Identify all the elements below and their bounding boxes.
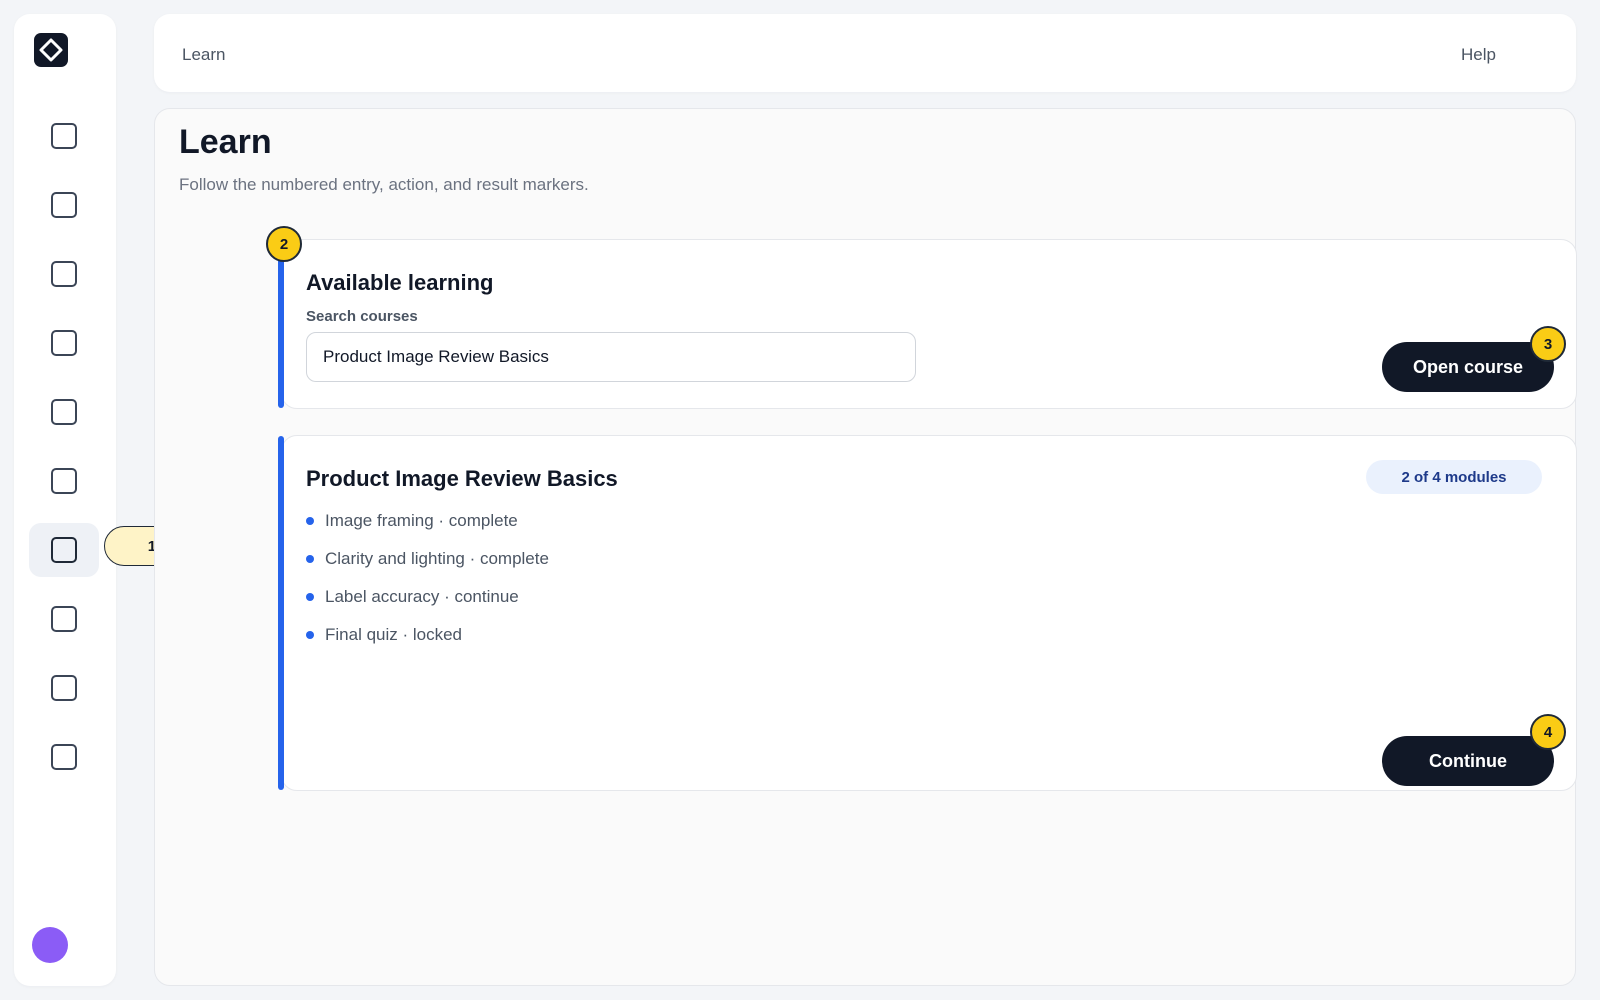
course-title: Product Image Review Basics — [306, 466, 618, 491]
bullet-icon — [306, 555, 314, 563]
continue-button[interactable]: Continue — [1382, 736, 1554, 786]
main-panel: Learn Follow the numbered entry, action,… — [154, 108, 1577, 986]
list-item: Image framing · complete — [306, 502, 549, 540]
sidebar-item-6[interactable] — [29, 454, 99, 508]
bullet-icon — [306, 631, 314, 639]
module-progress-badge: 2 of 4 modules — [1366, 460, 1542, 494]
module-label: Clarity and lighting · complete — [325, 549, 549, 568]
square-icon — [51, 744, 77, 770]
module-list: Image framing · complete Clarity and lig… — [306, 502, 549, 654]
sidebar-item-2[interactable] — [29, 178, 99, 232]
sidebar-item-7[interactable] — [29, 523, 99, 577]
page-subtitle: Follow the numbered entry, action, and r… — [179, 175, 589, 194]
square-icon — [51, 192, 77, 218]
available-learning-title: Available learning — [306, 270, 494, 295]
square-icon — [51, 123, 77, 149]
sidebar-item-10[interactable] — [29, 730, 99, 784]
sidebar — [14, 14, 116, 986]
step-badge-2: 2 — [266, 226, 302, 262]
search-courses-input[interactable] — [306, 332, 916, 382]
square-icon — [51, 537, 77, 563]
square-icon — [51, 399, 77, 425]
sidebar-item-1[interactable] — [29, 109, 99, 163]
module-label: Label accuracy · continue — [325, 587, 519, 606]
square-icon — [51, 330, 77, 356]
sidebar-item-3[interactable] — [29, 247, 99, 301]
module-label: Image framing · complete — [325, 511, 518, 530]
help-link[interactable]: Help — [1461, 45, 1496, 65]
sidebar-item-4[interactable] — [29, 316, 99, 370]
search-courses-label: Search courses — [306, 308, 418, 325]
diamond-logo-icon[interactable] — [34, 33, 68, 67]
bullet-icon — [306, 517, 314, 525]
list-item: Final quiz · locked — [306, 616, 549, 654]
module-label: Final quiz · locked — [325, 625, 463, 644]
sidebar-item-5[interactable] — [29, 385, 99, 439]
card-accent-bar — [278, 436, 284, 790]
bullet-icon — [306, 593, 314, 601]
course-card: Product Image Review Basics 2 of 4 modul… — [278, 435, 1577, 791]
list-item: Label accuracy · continue — [306, 578, 549, 616]
top-bar: Learn Help — [154, 14, 1576, 92]
square-icon — [51, 606, 77, 632]
available-learning-card: 2 Available learning Search courses Open… — [266, 226, 1577, 409]
breadcrumb-learn[interactable]: Learn — [182, 45, 225, 65]
list-item: Clarity and lighting · complete — [306, 540, 549, 578]
sidebar-item-8[interactable] — [29, 592, 99, 646]
square-icon — [51, 261, 77, 287]
card-accent-bar — [278, 240, 284, 408]
square-icon — [51, 468, 77, 494]
avatar[interactable] — [32, 927, 68, 963]
open-course-button[interactable]: Open course — [1382, 342, 1554, 392]
step-badge-4: 4 — [1530, 714, 1566, 750]
step-badge-3: 3 — [1530, 326, 1566, 362]
square-icon — [51, 675, 77, 701]
sidebar-item-9[interactable] — [29, 661, 99, 715]
page-title: Learn — [179, 123, 272, 161]
